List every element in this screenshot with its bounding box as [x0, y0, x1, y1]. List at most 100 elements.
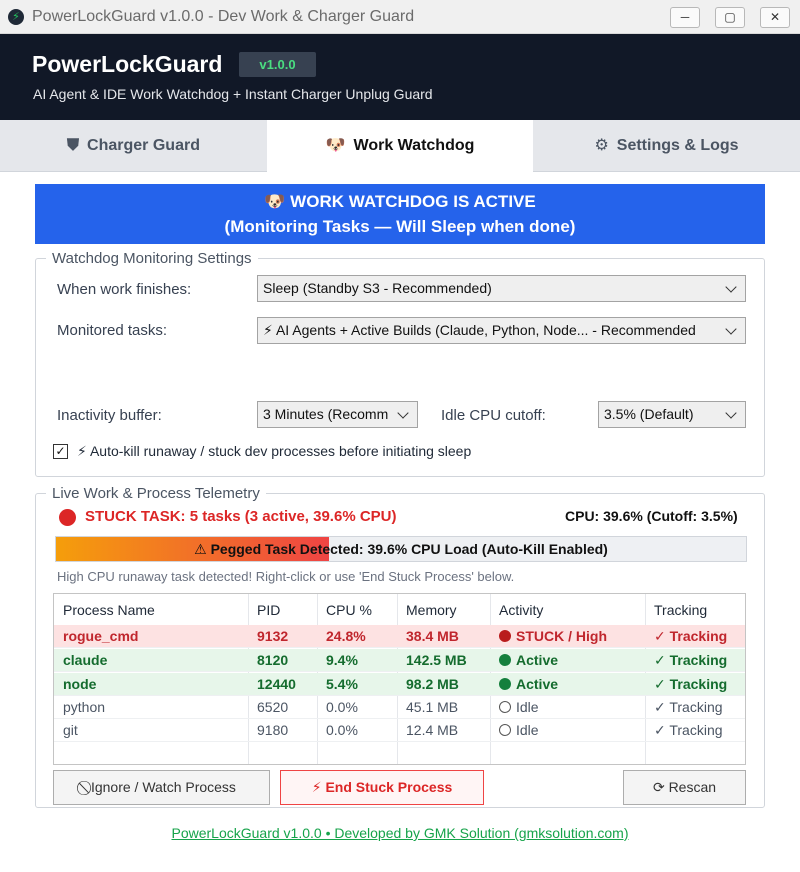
tab-work-watchdog[interactable]: 🐶 Work Watchdog [267, 120, 533, 173]
cell-tracking: ✓ Tracking [654, 676, 728, 692]
chevron-down-icon [725, 276, 739, 301]
monitored-tasks-select[interactable]: ⚡ AI Agents + Active Builds (Claude, Pyt… [257, 317, 746, 344]
table-row[interactable]: python 6520 0.0% 45.1 MB Idle ✓ Tracking [54, 696, 745, 719]
table-row[interactable]: claude 8120 9.4% 142.5 MB Active ✓ Track… [54, 649, 745, 672]
cell-memory: 38.4 MB [406, 628, 459, 644]
column-header-memory[interactable]: Memory [406, 602, 457, 618]
bolt-icon: ⚡ [8, 9, 24, 25]
chevron-down-icon [725, 402, 739, 427]
close-button[interactable]: ✕ [760, 7, 790, 28]
autokill-label[interactable]: ⚡ Auto-kill runaway / stuck dev processe… [77, 443, 471, 460]
activity-text: Active [516, 652, 559, 668]
app-subtitle: AI Agent & IDE Work Watchdog + Instant C… [33, 86, 433, 102]
column-header-activity[interactable]: Activity [499, 602, 543, 618]
stuck-status-dot [59, 509, 76, 526]
tab-label: Work Watchdog [353, 137, 475, 154]
ignore-watch-process-button[interactable]: ⃠ Ignore / Watch Process [53, 770, 270, 805]
tab-bar: ⛊ Charger Guard 🐶 Work Watchdog ⚙ Settings … [0, 120, 800, 173]
idle-cpu-label: Idle CPU cutoff: [441, 407, 546, 424]
cell-activity: Idle [499, 699, 539, 715]
watchdog-status-banner: 🐶 WORK WATCHDOG IS ACTIVE (Monitoring Ta… [35, 184, 765, 244]
dog-face-icon: 🐶 [325, 137, 346, 154]
cell-process-name: node [63, 676, 97, 692]
cell-tracking: ✓ Tracking [654, 699, 723, 715]
cell-process-name: git [63, 722, 78, 738]
inactivity-buffer-label: Inactivity buffer: [57, 407, 162, 424]
column-header-pid[interactable]: PID [257, 602, 280, 618]
shield-icon: ⛊ [67, 137, 80, 154]
status-title: 🐶 WORK WATCHDOG IS ACTIVE [264, 192, 536, 211]
column-header-process-name[interactable]: Process Name [63, 602, 155, 618]
column-header-cpu[interactable]: CPU % [326, 602, 372, 618]
cell-cpu: 24.8% [326, 628, 366, 644]
cell-tracking: ✓ Tracking [654, 628, 728, 644]
cpu-load-progress-label: ⚠ Pegged Task Detected: 39.6% CPU Load (… [194, 541, 608, 557]
cell-pid: 8120 [257, 652, 289, 668]
when-finish-value: Sleep (Standby S3 - Recommended) [263, 280, 492, 296]
cell-memory: 45.1 MB [406, 699, 459, 715]
app-header: PowerLockGuard v1.0.0 AI Agent & IDE Wor… [0, 34, 800, 120]
when-finish-label: When work finishes: [57, 281, 192, 298]
process-table[interactable]: Process Name PID CPU % Memory Activity T… [53, 593, 746, 765]
cell-activity: Active [499, 676, 558, 692]
cell-activity: Active [499, 652, 558, 668]
tab-charger-guard[interactable]: ⛊ Charger Guard [0, 120, 267, 172]
rescan-button[interactable]: ⟳ Rescan [623, 770, 746, 805]
activity-text: Idle [516, 722, 539, 738]
active-status-icon [499, 678, 511, 690]
cell-pid: 9180 [257, 722, 289, 738]
app-title: PowerLockGuard [32, 51, 223, 77]
cell-tracking: ✓ Tracking [654, 722, 723, 738]
autokill-checkbox[interactable]: ✓ [53, 444, 68, 459]
cpu-load-progress: ⚠ Pegged Task Detected: 39.6% CPU Load (… [55, 536, 747, 562]
chevron-down-icon [397, 402, 411, 427]
cell-memory: 98.2 MB [406, 676, 459, 692]
tab-settings-logs[interactable]: ⚙ Settings & Logs [533, 120, 800, 172]
idle-status-icon [499, 724, 511, 736]
cell-process-name: claude [63, 652, 108, 668]
window-titlebar[interactable]: ⚡ PowerLockGuard v1.0.0 - Dev Work & Cha… [0, 0, 800, 34]
activity-text: Active [516, 676, 559, 692]
idle-status-icon [499, 701, 511, 713]
developer-link[interactable]: PowerLockGuard v1.0.0 • Developed by GMK… [0, 825, 800, 841]
cell-activity: Idle [499, 722, 539, 738]
cell-process-name: python [63, 699, 106, 715]
cell-process-name: rogue_cmd [63, 628, 139, 644]
minimize-button[interactable]: ─ [670, 7, 700, 28]
window-title: PowerLockGuard v1.0.0 - Dev Work & Charg… [32, 8, 415, 25]
cell-pid: 6520 [257, 699, 289, 715]
cell-tracking: ✓ Tracking [654, 652, 728, 668]
tab-label: Charger Guard [87, 137, 200, 154]
table-row[interactable]: git 9180 0.0% 12.4 MB Idle ✓ Tracking [54, 719, 745, 742]
column-header-tracking[interactable]: Tracking [654, 602, 707, 618]
monitored-tasks-label: Monitored tasks: [57, 322, 168, 339]
tab-label: Settings & Logs [616, 137, 739, 154]
when-finish-select[interactable]: Sleep (Standby S3 - Recommended) [257, 275, 746, 302]
stuck-task-summary: STUCK TASK: 5 tasks (3 active, 39.6% CPU… [85, 508, 397, 525]
activity-text: Idle [516, 699, 539, 715]
table-row[interactable]: rogue_cmd 9132 24.8% 38.4 MB STUCK / Hig… [54, 625, 745, 648]
active-status-icon [499, 654, 511, 666]
cell-cpu: 5.4% [326, 676, 358, 692]
maximize-button[interactable]: ▢ [715, 7, 745, 28]
cell-memory: 12.4 MB [406, 722, 459, 738]
cell-pid: 9132 [257, 628, 289, 644]
cpu-summary: CPU: 39.6% (Cutoff: 3.5%) [565, 508, 738, 524]
cell-memory: 142.5 MB [406, 652, 467, 668]
cell-activity: STUCK / High [499, 628, 607, 644]
stuck-status-icon [499, 630, 511, 642]
version-badge: v1.0.0 [239, 52, 316, 77]
group-legend: Watchdog Monitoring Settings [52, 250, 252, 267]
chevron-down-icon [725, 318, 739, 343]
cell-cpu: 0.0% [326, 722, 358, 738]
idle-cpu-select[interactable]: 3.5% (Default) [598, 401, 746, 428]
cell-cpu: 9.4% [326, 652, 358, 668]
inactivity-buffer-select[interactable]: 3 Minutes (Recomm [257, 401, 418, 428]
end-stuck-process-button[interactable]: ⚡ End Stuck Process [280, 770, 484, 805]
gear-icon: ⚙ [594, 137, 609, 154]
cell-cpu: 0.0% [326, 699, 358, 715]
idle-cpu-value: 3.5% (Default) [604, 406, 694, 422]
inactivity-buffer-value: 3 Minutes (Recomm [263, 406, 389, 422]
runaway-hint: High CPU runaway task detected! Right-cl… [57, 569, 515, 584]
table-row[interactable]: node 12440 5.4% 98.2 MB Active ✓ Trackin… [54, 673, 745, 696]
